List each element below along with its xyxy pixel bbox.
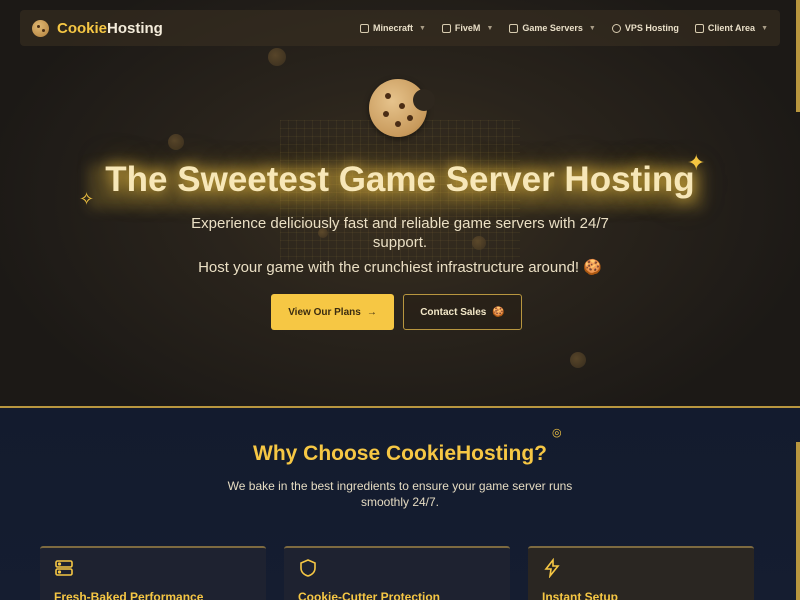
features-subtitle: We bake in the best ingredients to ensur… [227, 479, 573, 509]
chevron-down-icon: ▼ [761, 24, 768, 32]
chocolate-chip [399, 103, 405, 109]
scrollbar-thumb-bottom[interactable] [796, 442, 800, 600]
view-plans-label: View Our Plans [288, 306, 361, 318]
chocolate-chip [385, 93, 391, 99]
chocolate-chip [407, 115, 413, 121]
chevron-down-icon: ▼ [418, 24, 426, 32]
feature-card-title: Fresh-Baked Performance [54, 590, 204, 600]
feature-card-title: Cookie-Cutter Protection [298, 590, 441, 600]
chevron-down-icon: ▼ [486, 24, 494, 32]
brand-logo[interactable]: CookieHosting [32, 19, 163, 37]
server-icon [55, 560, 73, 576]
feature-card[interactable]: Instant Setup [528, 546, 754, 600]
feature-cards: Fresh-Baked Performance Cookie-Cutter Pr… [40, 546, 754, 600]
hero-title: The Sweetest Game Server Hosting [105, 160, 695, 199]
hero-section: CookieHosting Minecraft ▼ FiveM ▼ Game S… [0, 0, 800, 408]
nav-item-label: FiveM [454, 23, 481, 33]
cookie-face-icon: ◎ [552, 427, 562, 439]
server-icon [359, 23, 369, 33]
feature-card[interactable]: Cookie-Cutter Protection [284, 546, 510, 600]
cookie-hero-icon [369, 79, 435, 137]
globe-icon [611, 23, 621, 33]
cookie-icon: 🍪 [583, 259, 602, 276]
features-section: ◎ Why Choose CookieHosting? We bake in t… [0, 408, 800, 600]
chocolate-chip [395, 121, 401, 127]
brand-name-part1: Cookie [57, 19, 108, 37]
hero-tagline: Host your game with the crunchiest infra… [0, 258, 800, 276]
nav-item-label: VPS Hosting [624, 23, 679, 33]
feature-card-title: Instant Setup [542, 590, 619, 600]
contact-sales-button[interactable]: Contact Sales 🍪 [403, 294, 522, 330]
page: CookieHosting Minecraft ▼ FiveM ▼ Game S… [0, 0, 800, 600]
nav-links: Minecraft ▼ FiveM ▼ Game Servers ▼ VPS H… [359, 23, 768, 33]
features-title: Why Choose CookieHosting? [253, 442, 547, 465]
arrow-right-icon: → [366, 306, 377, 318]
nav-item-label: Client Area [707, 23, 756, 33]
nav-item-minecraft[interactable]: Minecraft ▼ [359, 23, 426, 33]
view-plans-button[interactable]: View Our Plans → [271, 294, 394, 330]
chevron-down-icon: ▼ [588, 24, 596, 32]
server-icon [441, 23, 451, 33]
nav-item-client-area[interactable]: Client Area ▼ [694, 23, 768, 33]
brand-name: CookieHosting [57, 20, 163, 37]
shield-icon [300, 559, 316, 577]
crumb-decoration [268, 48, 286, 66]
contact-sales-label: Contact Sales [420, 306, 487, 318]
scrollbar-thumb-top[interactable] [796, 0, 800, 112]
nav-item-vps-hosting[interactable]: VPS Hosting [611, 23, 679, 33]
cookie-logo-icon [32, 19, 49, 37]
crumb-decoration [570, 352, 586, 368]
hero-tagline-text: Host your game with the crunchiest infra… [198, 259, 580, 276]
top-navbar: CookieHosting Minecraft ▼ FiveM ▼ Game S… [20, 10, 780, 46]
lightning-icon [544, 558, 560, 578]
nav-item-label: Minecraft [372, 23, 413, 33]
chocolate-chip [383, 111, 389, 117]
nav-item-fivem[interactable]: FiveM ▼ [441, 23, 494, 33]
cookie-bite [413, 89, 435, 111]
hero-subtitle: Experience deliciously fast and reliable… [191, 215, 609, 251]
nav-item-label: Game Servers [522, 23, 583, 33]
crumb-decoration [168, 134, 184, 150]
brand-name-part2: Hosting [107, 19, 163, 37]
cookie-icon: 🍪 [492, 306, 505, 318]
feature-card[interactable]: Fresh-Baked Performance [40, 546, 266, 600]
layout-icon [694, 23, 704, 33]
nav-item-game-servers[interactable]: Game Servers ▼ [509, 23, 596, 33]
server-icon [509, 23, 519, 33]
